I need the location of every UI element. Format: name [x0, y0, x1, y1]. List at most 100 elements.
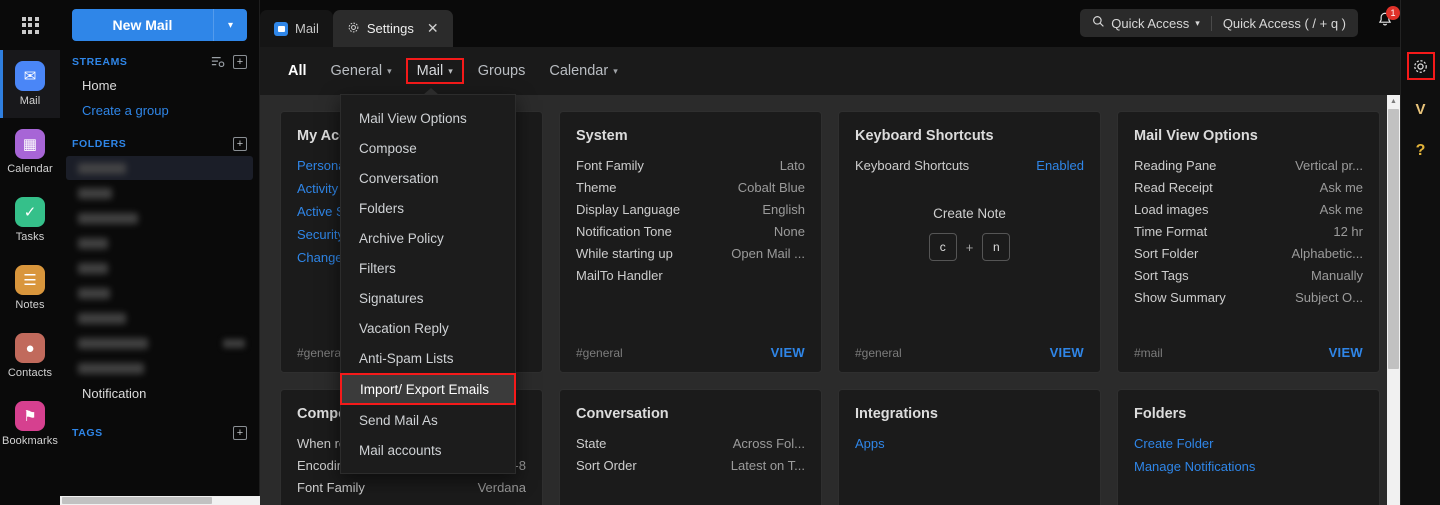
- tab-mail[interactable]: Mail: [260, 10, 333, 47]
- card-setting-row[interactable]: Time Format 12 hr: [1134, 224, 1363, 239]
- folder-item-notification[interactable]: Notification: [60, 381, 259, 406]
- tab-label: Mail: [295, 21, 319, 36]
- app-rail-label: Mail: [19, 95, 41, 107]
- card-title: Conversation: [576, 406, 669, 422]
- card-setting-row[interactable]: Sort Folder Alphabetic...: [1134, 246, 1363, 261]
- card-setting-row[interactable]: Reading Pane Vertical pr...: [1134, 158, 1363, 173]
- card-setting-row[interactable]: Theme Cobalt Blue: [576, 180, 805, 195]
- settings-nav-calendar[interactable]: Calendar ▾: [539, 59, 627, 83]
- settings-nav-all[interactable]: All: [278, 59, 317, 83]
- stream-filter-icon[interactable]: [211, 55, 225, 69]
- setting-key: Sort Folder: [1134, 246, 1199, 261]
- folder-item[interactable]: [66, 306, 253, 330]
- close-icon[interactable]: ✕: [427, 20, 439, 37]
- content-vertical-scrollbar[interactable]: ▲: [1387, 95, 1400, 505]
- scrollbar-thumb[interactable]: [1388, 109, 1399, 369]
- card-title: Mail View Options: [1134, 128, 1258, 144]
- folder-item[interactable]: [66, 231, 253, 255]
- card-setting-row[interactable]: Keyboard Shortcuts Enabled: [855, 158, 1084, 173]
- chevron-down-icon[interactable]: ▾: [213, 9, 247, 41]
- card-setting-row[interactable]: Show Summary Subject O...: [1134, 290, 1363, 305]
- chevron-down-icon[interactable]: ▾: [1195, 18, 1200, 29]
- folder-item[interactable]: [66, 256, 253, 280]
- card-setting-row[interactable]: Sort Order Latest on T...: [576, 458, 805, 473]
- card-link[interactable]: Apps: [855, 436, 1084, 451]
- app-rail-item-mail[interactable]: ✉ Mail: [0, 50, 60, 118]
- view-button[interactable]: VIEW: [771, 345, 805, 360]
- setting-key: Keyboard Shortcuts: [855, 158, 970, 173]
- new-mail-button[interactable]: New Mail ▾: [72, 9, 247, 41]
- card-setting-row[interactable]: State Across Fol...: [576, 436, 805, 451]
- settings-nav-general[interactable]: General ▾: [321, 59, 402, 83]
- create-group-link[interactable]: Create a group: [60, 98, 259, 123]
- dropdown-item[interactable]: Mail accounts: [341, 435, 515, 465]
- app-rail-item-tasks[interactable]: ✓ Tasks: [0, 186, 60, 254]
- stream-item-home[interactable]: Home: [60, 73, 259, 98]
- dropdown-item[interactable]: Vacation Reply: [341, 313, 515, 343]
- notifications-button[interactable]: 1: [1376, 6, 1400, 34]
- settings-nav-groups[interactable]: Groups: [468, 59, 536, 83]
- right-rail: V?: [1400, 0, 1440, 505]
- add-tag-icon[interactable]: +: [233, 426, 247, 440]
- folder-item[interactable]: [66, 156, 253, 180]
- dropdown-item[interactable]: Anti-Spam Lists: [341, 343, 515, 373]
- card-setting-row[interactable]: Read Receipt Ask me: [1134, 180, 1363, 195]
- setting-value[interactable]: Enabled: [969, 158, 1084, 173]
- chevron-down-icon[interactable]: ▾: [448, 66, 453, 77]
- card-setting-row[interactable]: Sort Tags Manually: [1134, 268, 1363, 283]
- app-rail-item-calendar[interactable]: ▦ Calendar: [0, 118, 60, 186]
- streams-label: STREAMS: [72, 56, 128, 68]
- grid-launcher-icon[interactable]: [0, 0, 60, 50]
- redacted-folder-name: [78, 237, 108, 249]
- card-link[interactable]: Manage Notifications: [1134, 459, 1363, 474]
- dropdown-item[interactable]: Filters: [341, 253, 515, 283]
- quick-access-bar[interactable]: Quick Access ▾ Quick Access ( / + q ): [1080, 9, 1358, 37]
- dropdown-item[interactable]: Mail View Options: [341, 103, 515, 133]
- scrollbar-thumb[interactable]: [62, 497, 212, 504]
- card-setting-row[interactable]: Notification Tone None: [576, 224, 805, 239]
- dropdown-item[interactable]: Send Mail As: [341, 405, 515, 435]
- folder-item[interactable]: [66, 356, 253, 380]
- dropdown-item[interactable]: Folders: [341, 193, 515, 223]
- contacts-icon: ●: [15, 333, 45, 363]
- setting-key: Font Family: [576, 158, 644, 173]
- dropdown-item[interactable]: Conversation: [341, 163, 515, 193]
- card-setting-row[interactable]: Load images Ask me: [1134, 202, 1363, 217]
- mail-icon: ✉: [15, 61, 45, 91]
- gear-icon[interactable]: [1406, 52, 1435, 80]
- v-brand-icon[interactable]: V: [1408, 96, 1434, 122]
- card-setting-row[interactable]: Font Family Lato: [576, 158, 805, 173]
- add-folder-icon[interactable]: +: [233, 137, 247, 151]
- chevron-down-icon[interactable]: ▾: [613, 66, 618, 77]
- tab-settings[interactable]: Settings ✕: [332, 10, 453, 47]
- app-rail-label: Tasks: [15, 231, 45, 243]
- view-button[interactable]: VIEW: [1329, 345, 1363, 360]
- setting-key: Sort Order: [576, 458, 637, 473]
- folders-section-header: FOLDERS +: [60, 123, 259, 155]
- dropdown-item[interactable]: Archive Policy: [341, 223, 515, 253]
- folder-item[interactable]: [66, 206, 253, 230]
- folder-item[interactable]: [66, 181, 253, 205]
- card-setting-row[interactable]: Font Family Verdana: [297, 480, 526, 495]
- shortcut-keycap: c: [928, 233, 957, 261]
- chevron-down-icon[interactable]: ▾: [387, 66, 392, 77]
- dropdown-item[interactable]: Import/ Export Emails: [340, 373, 516, 405]
- caret-up-icon[interactable]: ▲: [1387, 95, 1400, 108]
- sidebar-horizontal-scrollbar[interactable]: [60, 496, 260, 505]
- settings-nav-mail[interactable]: Mail ▾: [405, 58, 464, 84]
- view-button[interactable]: VIEW: [1050, 345, 1084, 360]
- card-setting-row[interactable]: While starting up Open Mail ...: [576, 246, 805, 261]
- app-rail-item-contacts[interactable]: ● Contacts: [0, 322, 60, 390]
- folder-item[interactable]: [66, 331, 253, 355]
- card-link[interactable]: Create Folder: [1134, 436, 1363, 451]
- help-icon[interactable]: ?: [1408, 138, 1434, 164]
- setting-value: Across Fol...: [732, 436, 805, 451]
- app-rail-item-bookmarks[interactable]: ⚑ Bookmarks: [0, 390, 60, 458]
- folder-item[interactable]: [66, 281, 253, 305]
- card-setting-row[interactable]: MailTo Handler: [576, 268, 805, 283]
- app-rail-item-notes[interactable]: ☰ Notes: [0, 254, 60, 322]
- add-stream-icon[interactable]: +: [233, 55, 247, 69]
- dropdown-item[interactable]: Signatures: [341, 283, 515, 313]
- dropdown-item[interactable]: Compose: [341, 133, 515, 163]
- card-setting-row[interactable]: Display Language English: [576, 202, 805, 217]
